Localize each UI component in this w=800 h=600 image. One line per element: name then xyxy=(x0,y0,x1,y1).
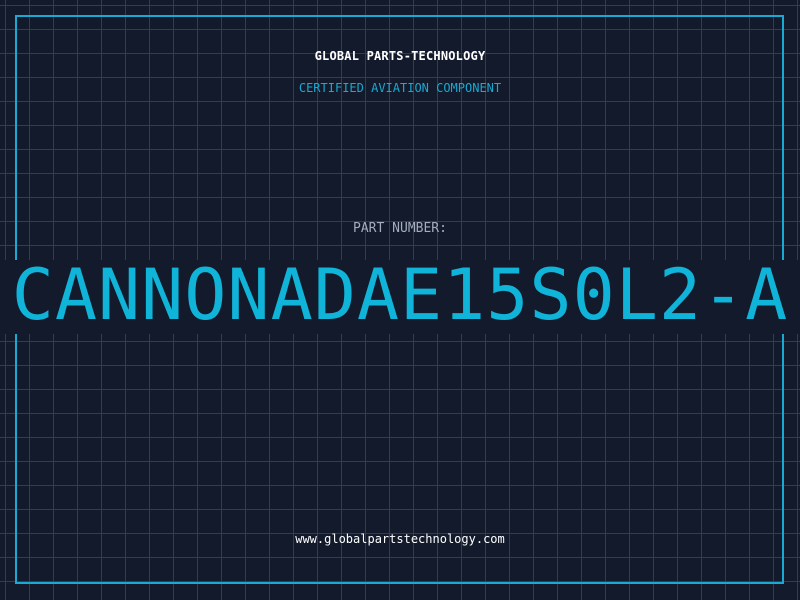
company-name: GLOBAL PARTS-TECHNOLOGY xyxy=(314,49,486,63)
part-number-band: CANNONADAE15S0L2-A xyxy=(0,260,800,334)
part-number-label: PART NUMBER: xyxy=(353,221,447,236)
part-number-value: CANNONADAE15S0L2-A xyxy=(11,260,789,334)
certification-subtitle: CERTIFIED AVIATION COMPONENT xyxy=(298,81,502,95)
website-link[interactable]: www.globalpartstechnology.com xyxy=(0,532,800,546)
